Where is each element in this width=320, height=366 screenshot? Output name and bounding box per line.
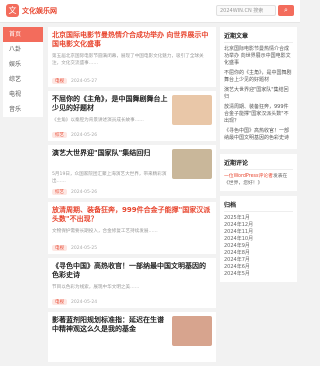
article-meta: 综艺 2024-05-26 xyxy=(52,189,97,195)
logo-mark: 文 xyxy=(6,4,19,17)
recent-comments-panel: 近期评论 一位WordPress评论者发表在《世界，您好！》 xyxy=(220,154,297,191)
right-sidebar: 近期文章 北京国际电影节曼热情介合成功举办 向世界展示中国电影文化盛事不屈你的《… xyxy=(220,27,297,287)
nav-item-1[interactable]: 八卦 xyxy=(3,42,43,57)
recent-post-link[interactable]: 《寻色中国》高热收官！一部纳最中国文明基因的色彩史诗 xyxy=(224,128,293,142)
recent-post-link[interactable]: 放清周期、装备狂奔，999件合金子能撑"国家汉派头数"不出现？ xyxy=(224,104,293,125)
archive-link[interactable]: 2024年7月 xyxy=(224,257,293,264)
side-nav: 首页 八卦 娱乐 综艺 电视 音乐 xyxy=(3,27,43,117)
category-tag[interactable]: 电视 xyxy=(52,245,67,251)
archive-link[interactable]: 2024年8月 xyxy=(224,250,293,257)
article-meta: 电视 2024-05-25 xyxy=(52,245,97,251)
comment-author[interactable]: 一位WordPress评论者 xyxy=(224,174,273,179)
article-excerpt: 《主角》以秦腔为背景讲述演员成长故事…… xyxy=(52,118,144,123)
nav-item-5[interactable]: 音乐 xyxy=(3,102,43,117)
nav-item-4[interactable]: 电视 xyxy=(3,87,43,102)
archive-panel: 归档 2025年1月 2024年12月 2024年11月 2024年10月 2024年9… xyxy=(220,196,297,282)
search-icon[interactable]: ⌕ xyxy=(278,5,294,16)
article-card[interactable]: 影著蓝剂阳规划标准指：延迟在生谱中精神观这么久是我的基金 xyxy=(48,312,216,362)
top-bar: 文 文化娱乐网 2024WIN.CN 搜索 ⌕ xyxy=(0,0,300,23)
recent-posts-panel: 近期文章 北京国际电影节曼热情介合成功举办 向世界展示中国电影文化盛事不屈你的《… xyxy=(220,27,297,149)
site-logo[interactable]: 文 文化娱乐网 xyxy=(6,4,57,17)
archive-link[interactable]: 2025年1月 xyxy=(224,215,293,222)
article-meta: 电视 2024-05-27 xyxy=(52,78,97,84)
recent-post-link[interactable]: 演艺大世界迎"国家队"集结回归 xyxy=(224,87,293,101)
article-thumbnail[interactable] xyxy=(172,95,212,125)
archive-link[interactable]: 2024年5月 xyxy=(224,271,293,278)
archive-link[interactable]: 2024年11月 xyxy=(224,229,293,236)
article-excerpt: 第五届北京国际电影节圆满闭幕，展现了中国电影文化魅力，吸引了全球关注，文化交流盛… xyxy=(52,54,204,66)
nav-item-2[interactable]: 娱乐 xyxy=(3,57,43,72)
archive-link[interactable]: 2024年6月 xyxy=(224,264,293,271)
article-meta: 综艺 2024-05-26 xyxy=(52,132,97,138)
category-tag[interactable]: 综艺 xyxy=(52,189,67,195)
article-card[interactable]: 北京国际电影节曼热情介合成功举办 向世界展示中国电影文化盛事第五届北京国际电影节… xyxy=(48,27,216,87)
article-excerpt: 文物保护需要长期投入，合金修复工艺持续发展…… xyxy=(52,229,158,234)
search-input[interactable]: 2024WIN.CN 搜索 xyxy=(216,5,276,16)
article-title[interactable]: 北京国际电影节曼热情介合成功举办 向世界展示中国电影文化盛事 xyxy=(52,31,212,49)
category-tag[interactable]: 电视 xyxy=(52,78,67,84)
article-date: 2024-05-26 xyxy=(71,190,98,195)
article-list: 北京国际电影节曼热情介合成功举办 向世界展示中国电影文化盛事第五届北京国际电影节… xyxy=(48,27,216,366)
article-title[interactable]: 影著蓝剂阳规划标准指：延迟在生谱中精神观这么久是我的基金 xyxy=(52,316,170,334)
nav-item-3[interactable]: 综艺 xyxy=(3,72,43,87)
category-tag[interactable]: 综艺 xyxy=(52,132,67,138)
article-excerpt: 5月19日，众国家院团汇聚上海演艺大世界，带来精彩演出…… xyxy=(52,172,167,184)
nav-item-0[interactable]: 首页 xyxy=(3,27,43,42)
article-card[interactable]: 放清周期、装备狂奔，999件合金子能撑"国家汉派头数"不出现？ 文物保护需要长期投… xyxy=(48,202,216,254)
article-thumbnail[interactable] xyxy=(172,316,212,346)
article-date: 2024-05-26 xyxy=(71,133,98,138)
article-card[interactable]: 不屈你的《主角》，是中国舞剧舞台上少见的好题材《主角》以秦腔为背景讲述演员成长故… xyxy=(48,91,216,141)
article-date: 2024-05-24 xyxy=(71,300,98,305)
article-title[interactable]: 演艺大世界迎"国家队"集结回归 xyxy=(52,149,170,167)
comment-item: 一位WordPress评论者发表在《世界，您好！》 xyxy=(224,173,293,187)
recent-post-link[interactable]: 不屈你的《主角》，是中国舞剧舞台上少见的好题材 xyxy=(224,70,293,84)
site-name[interactable]: 文化娱乐网 xyxy=(22,6,57,16)
archive-link[interactable]: 2024年12月 xyxy=(224,222,293,229)
archive-link[interactable]: 2024年9月 xyxy=(224,243,293,250)
article-card[interactable]: 演艺大世界迎"国家队"集结回归 5月19日，众国家院团汇聚上海演艺大世界，带来精彩… xyxy=(48,145,216,198)
article-card[interactable]: 《寻色中国》高热收官！一部纳最中国文明基因的色彩史诗节目以色彩为线索，展现中华文… xyxy=(48,258,216,308)
article-title[interactable]: 《寻色中国》高热收官！一部纳最中国文明基因的色彩史诗 xyxy=(52,262,212,280)
recent-post-link[interactable]: 北京国际电影节曼热情介合成功举办 向世界展示中国电影文化盛事 xyxy=(224,46,293,67)
archive-link[interactable]: 2024年10月 xyxy=(224,236,293,243)
recent-posts-title: 近期文章 xyxy=(224,31,293,43)
archive-title: 归档 xyxy=(224,200,293,212)
article-thumbnail[interactable] xyxy=(172,149,212,179)
article-title[interactable]: 不屈你的《主角》，是中国舞剧舞台上少见的好题材 xyxy=(52,95,170,113)
article-date: 2024-05-25 xyxy=(71,246,98,251)
article-title[interactable]: 放清周期、装备狂奔，999件合金子能撑"国家汉派头数"不出现？ xyxy=(52,206,212,224)
article-excerpt: 节目以色彩为线索，展现中华文明之美…… xyxy=(52,285,140,290)
recent-comments-title: 近期评论 xyxy=(224,158,293,170)
article-date: 2024-05-27 xyxy=(71,79,98,84)
